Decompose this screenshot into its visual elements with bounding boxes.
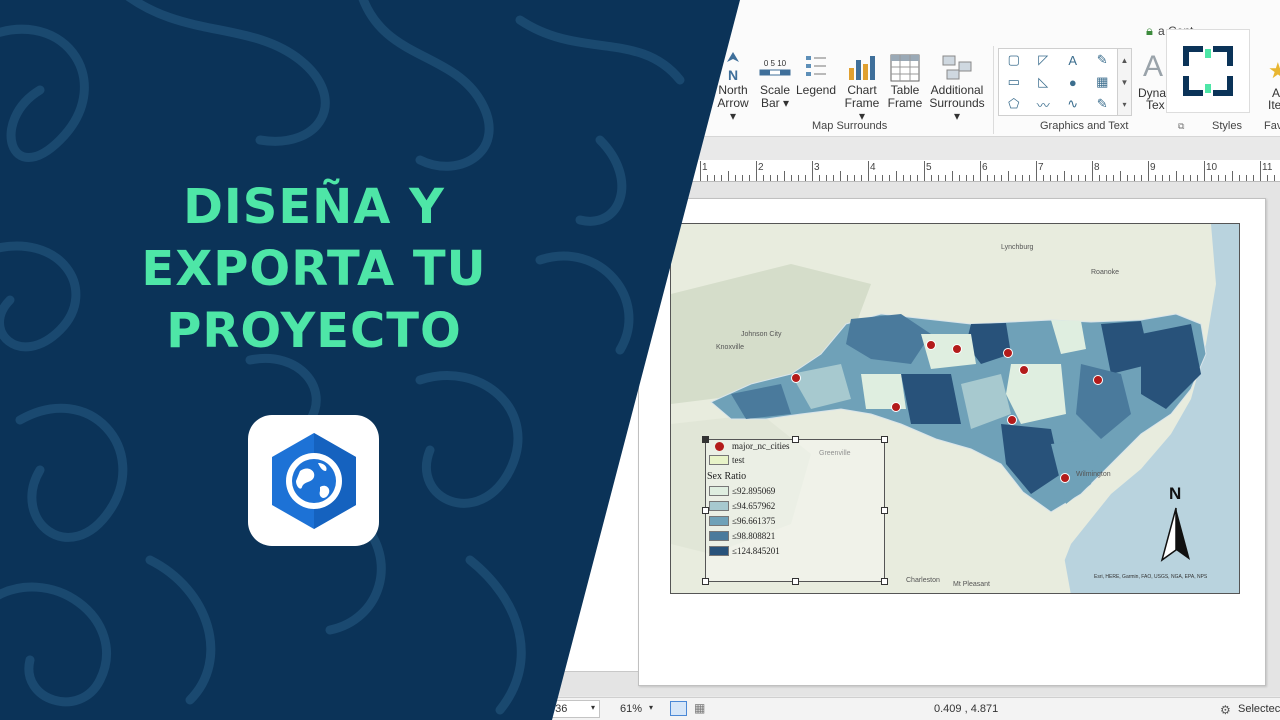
- city-marker: [1003, 348, 1013, 358]
- legend-class: ≤96.661375: [709, 516, 775, 526]
- arcgis-pro-globe-icon: [271, 432, 356, 529]
- legend-class: ≤94.657962: [709, 501, 775, 511]
- map-attribution: Esri, HERE, Garmin, FAO, USGS, NGA, EPA,…: [1094, 574, 1208, 580]
- city-marker: [1019, 365, 1029, 375]
- legend-swatch: [709, 546, 729, 556]
- legend-class-label: ≤92.895069: [732, 486, 776, 496]
- legend-swatch: [709, 501, 729, 511]
- selection-handle[interactable]: [792, 578, 799, 585]
- stage: ? a Cent 🔒︎ N North Arrow ▾ 0 5 10 Scale…: [0, 0, 1280, 720]
- legend-layer-test: test: [709, 455, 745, 465]
- headline: DISEÑA Y EXPORTA TU PROYECTO: [94, 176, 534, 362]
- legend-class-label: ≤94.657962: [732, 501, 776, 511]
- selected-features-label[interactable]: Selectec: [1238, 703, 1280, 715]
- north-arrow-element[interactable]: N: [1156, 484, 1196, 564]
- chevron-down-icon: ▾: [590, 703, 595, 712]
- city-marker: [891, 402, 901, 412]
- selection-handle[interactable]: [702, 436, 709, 443]
- city-marker: [926, 340, 936, 350]
- legend-layer2-label: test: [732, 455, 745, 465]
- city-marker: [791, 373, 801, 383]
- selection-handle[interactable]: [792, 436, 799, 443]
- legend-class: ≤98.808821: [709, 531, 775, 541]
- fixed-scale-icon[interactable]: [670, 701, 687, 716]
- north-letter: N: [1169, 484, 1182, 503]
- selection-handle[interactable]: [702, 507, 709, 514]
- headline-line: PROYECTO: [166, 303, 462, 359]
- city-marker: [1007, 415, 1017, 425]
- chevron-down-icon[interactable]: ▾: [649, 703, 653, 712]
- legend-class-label: ≤98.808821: [732, 531, 776, 541]
- selection-handle[interactable]: [881, 578, 888, 585]
- cursor-coordinates: 0.409 , 4.871: [934, 703, 999, 715]
- selection-handle[interactable]: [702, 578, 709, 585]
- legend-title: Sex Ratio: [707, 471, 747, 482]
- arcgis-pro-app-icon: [248, 415, 379, 546]
- legend-swatch: [709, 531, 729, 541]
- zoom-value[interactable]: 61%: [620, 703, 642, 715]
- legend-swatch: [709, 455, 729, 465]
- legend-element[interactable]: major_nc_cities test Sex Ratio ≤92.89506…: [702, 436, 888, 585]
- legend-layer1-label: major_nc_cities: [732, 441, 790, 451]
- selection-handle[interactable]: [881, 436, 888, 443]
- legend-class-label: ≤96.661375: [732, 516, 776, 526]
- legend-class: ≤124.845201: [709, 546, 780, 556]
- selection-icon[interactable]: ⚙: [1220, 703, 1231, 717]
- city-marker: [1093, 375, 1103, 385]
- city-marker: [1060, 473, 1070, 483]
- legend-class-label: ≤124.845201: [732, 546, 780, 556]
- legend-swatch: [709, 516, 729, 526]
- status-bar: 736 ▾ 61% ▾ ▦ 0.409 , 4.871 ⚙ Selectec: [540, 697, 1280, 720]
- headline-line: DISEÑA Y: [183, 179, 445, 235]
- headline-line: EXPORTA TU: [141, 241, 487, 297]
- grid-icon[interactable]: ▦: [694, 701, 705, 715]
- legend-class: ≤92.895069: [709, 486, 775, 496]
- city-symbol-icon: [715, 441, 724, 451]
- legend-swatch: [709, 486, 729, 496]
- legend-layer-cities: major_nc_cities: [709, 441, 789, 451]
- city-marker: [952, 344, 962, 354]
- selection-handle[interactable]: [881, 507, 888, 514]
